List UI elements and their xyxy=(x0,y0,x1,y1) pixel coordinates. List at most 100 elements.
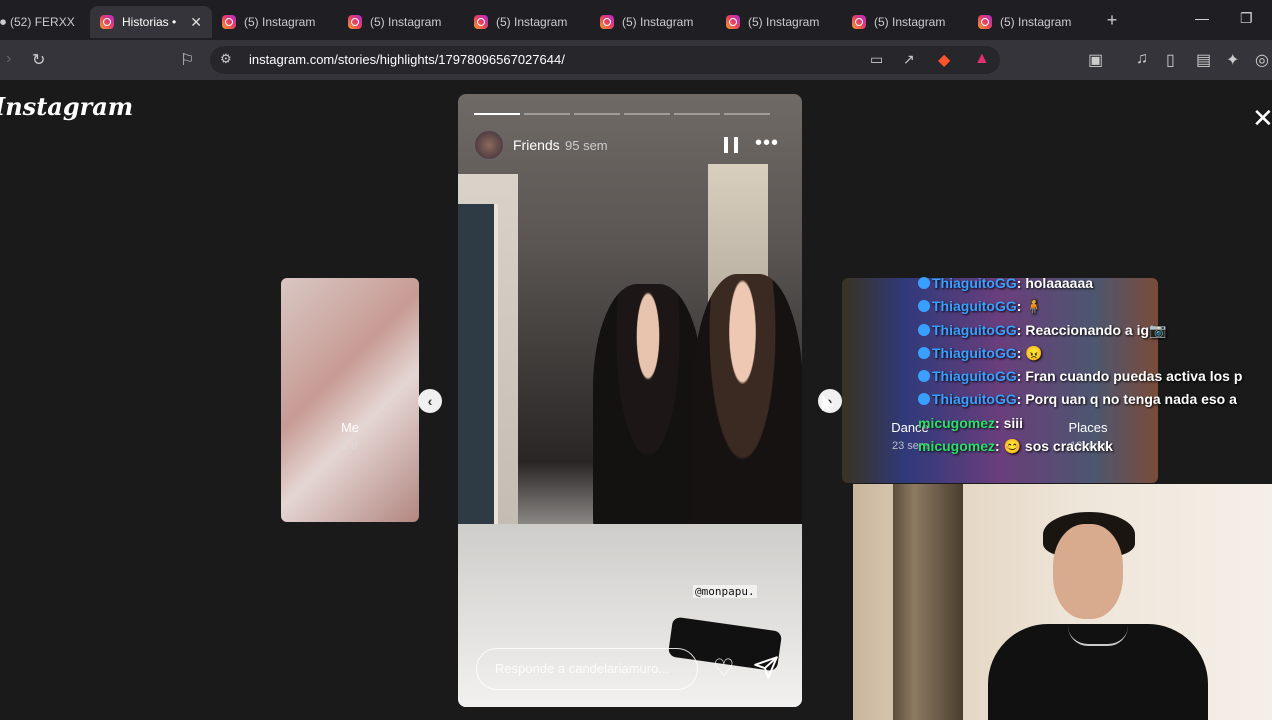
progress-segment xyxy=(674,113,720,115)
streamer-webcam xyxy=(853,484,1272,720)
story-image xyxy=(693,274,802,564)
emote-icon: 😠 xyxy=(1025,344,1043,361)
tab-0[interactable]: ⏺ (52) FERXX xyxy=(0,6,90,38)
send-icon[interactable] xyxy=(753,654,779,680)
chat-username: ThiaguitoGG xyxy=(932,344,1017,361)
restore-icon[interactable]: ❐ xyxy=(1240,10,1253,27)
instagram-icon xyxy=(852,15,866,29)
chat-text: Porq uan q no tenga nada eso a xyxy=(1025,391,1237,408)
tab-label: (52) FERXX xyxy=(10,15,75,29)
streamer-figure xyxy=(1053,524,1123,619)
tab-8[interactable]: (5) Instagram xyxy=(968,6,1094,38)
tab-4[interactable]: (5) Instagram xyxy=(464,6,590,38)
chat-text: holaaaaaa xyxy=(1025,275,1094,291)
forward-icon[interactable]: › xyxy=(6,50,11,68)
tab-5[interactable]: (5) Instagram xyxy=(590,6,716,38)
progress-segment xyxy=(724,113,770,115)
mention-sticker[interactable]: @monpapu. xyxy=(693,585,757,598)
progress-segment xyxy=(624,113,670,115)
tab-1[interactable]: Historias • ✕ xyxy=(90,6,212,38)
new-tab-button[interactable]: + xyxy=(1094,10,1130,31)
reply-input[interactable]: Responde a candelariamuro... xyxy=(476,648,698,690)
chat-username: ThiaguitoGG xyxy=(932,391,1017,408)
tab-2[interactable]: (5) Instagram xyxy=(212,6,338,38)
tab-3[interactable]: (5) Instagram xyxy=(338,6,464,38)
chat-message: micugomez: 😊 sos crackkkk xyxy=(918,438,1113,455)
chat-username: ThiaguitoGG xyxy=(932,321,1017,338)
tab-label: (5) Instagram xyxy=(370,15,442,29)
badge-icon xyxy=(918,323,930,336)
chat-message: ThiaguitoGG: Fran cuando puedas activa l… xyxy=(918,365,1272,388)
webcam-background xyxy=(893,484,963,720)
chat-message: ThiaguitoGG: Reaccionando a ig📷 xyxy=(918,319,1272,342)
tab-close-icon[interactable]: ✕ xyxy=(190,14,202,31)
bookmark-icon[interactable]: ⚐ xyxy=(180,50,194,70)
pause-icon[interactable] xyxy=(724,137,738,153)
instagram-icon xyxy=(222,15,236,29)
tab-label: (5) Instagram xyxy=(496,15,568,29)
emote-icon: 🧍 xyxy=(1025,298,1043,315)
instagram-icon xyxy=(348,15,362,29)
sidebar-toggle-icon[interactable]: ▯ xyxy=(1166,50,1175,70)
leo-ai-icon[interactable]: ✦ xyxy=(1226,50,1239,70)
prev-story-title: Me xyxy=(340,420,360,435)
music-icon[interactable]: ♫ xyxy=(1136,50,1148,68)
chat-message: ThiaguitoGG: Porq uan q no tenga nada es… xyxy=(918,388,1272,411)
close-icon[interactable]: ✕ xyxy=(1252,103,1272,134)
tab-label: Historias • xyxy=(122,15,177,29)
chat-message: ThiaguitoGG: 😠 xyxy=(918,342,1272,365)
instagram-icon xyxy=(474,15,488,29)
current-story[interactable] xyxy=(458,94,802,707)
next-arrow-icon[interactable]: › xyxy=(818,389,842,413)
instagram-icon xyxy=(100,15,114,29)
avatar[interactable] xyxy=(474,130,504,160)
brave-shield-icon[interactable]: ◆ xyxy=(938,50,950,70)
prev-story-preview[interactable] xyxy=(281,278,419,522)
progress-segment xyxy=(474,113,520,115)
sidebar-panel-icon[interactable]: ▣ xyxy=(1088,50,1103,70)
progress-segment xyxy=(524,113,570,115)
tab-bar: ⏺ (52) FERXX Historias • ✕ (5) Instagram (… xyxy=(0,0,1272,40)
share-icon[interactable]: ↗ xyxy=(903,51,915,68)
site-settings-icon[interactable]: ⚙ xyxy=(220,51,232,67)
instagram-icon xyxy=(726,15,740,29)
heart-icon[interactable]: ♡ xyxy=(713,654,735,683)
stream-chat-overlay: ThiaguitoGG: holaaaaaa ThiaguitoGG: 🧍 Th… xyxy=(918,272,1272,458)
tab-label: (5) Instagram xyxy=(622,15,694,29)
story-progress-bar xyxy=(474,113,770,115)
badge-icon xyxy=(918,370,930,383)
instagram-logo[interactable]: Instagram xyxy=(0,92,133,121)
story-time: 95 sem xyxy=(565,138,608,153)
reload-icon[interactable]: ↻ xyxy=(32,50,45,70)
prev-arrow-icon[interactable]: ‹ xyxy=(418,389,442,413)
chat-username: ThiaguitoGG xyxy=(932,298,1017,315)
story-image xyxy=(593,284,703,544)
instagram-icon xyxy=(600,15,614,29)
chat-text: siii xyxy=(1003,414,1024,431)
tab-label: (5) Instagram xyxy=(1000,15,1072,29)
tab-6[interactable]: (5) Instagram xyxy=(716,6,842,38)
chat-username: ThiaguitoGG xyxy=(932,275,1017,291)
instagram-icon xyxy=(978,15,992,29)
brave-rewards-icon[interactable]: ▲ xyxy=(974,50,990,68)
vpn-icon[interactable]: ◎ xyxy=(1255,50,1269,70)
record-icon: ⏺ xyxy=(0,14,7,29)
emote-icon: 📷 xyxy=(1149,321,1167,338)
tab-label: (5) Instagram xyxy=(244,15,316,29)
tab-label: (5) Instagram xyxy=(874,15,946,29)
cast-icon[interactable]: ▭ xyxy=(870,51,883,68)
chat-username: micugomez xyxy=(918,414,996,431)
badge-icon xyxy=(918,300,930,313)
emote-icon: 😊 xyxy=(1003,438,1022,455)
tab-7[interactable]: (5) Instagram xyxy=(842,6,968,38)
chat-message: micugomez: siii xyxy=(918,414,1024,431)
story-highlight-title[interactable]: Friends xyxy=(513,137,560,153)
chat-message: ThiaguitoGG: 🧍 xyxy=(918,295,1272,318)
url-text[interactable]: instagram.com/stories/highlights/1797809… xyxy=(249,52,565,67)
minimize-icon[interactable]: — xyxy=(1195,10,1209,26)
badge-icon xyxy=(918,346,930,359)
more-options-icon[interactable]: ••• xyxy=(755,132,779,155)
wallet-icon[interactable]: ▤ xyxy=(1196,50,1211,70)
chat-message: ThiaguitoGG: holaaaaaa xyxy=(918,272,1272,295)
chat-text: sos crackkkk xyxy=(1024,438,1113,455)
